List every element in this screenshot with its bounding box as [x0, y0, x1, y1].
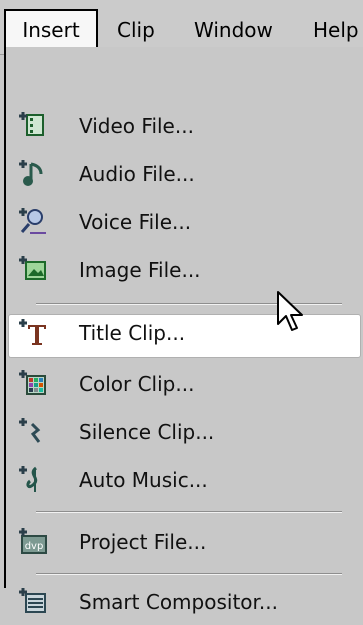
menu-item-label: Audio File... [79, 162, 195, 186]
menu-item-project-file[interactable]: dvp Project File... [6, 519, 363, 565]
menu-item-voice-file[interactable]: Voice File... [6, 199, 363, 245]
menu-item-label: Project File... [79, 530, 207, 554]
menu-help[interactable]: Help [313, 12, 359, 48]
menu-item-image-file[interactable]: Image File... [6, 247, 363, 293]
menu-window[interactable]: Window [194, 12, 273, 48]
silence-clip-add-icon [19, 418, 41, 443]
dvp-icon-text: dvp [25, 541, 44, 552]
menu-separator [36, 511, 342, 513]
mouse-pointer-icon [277, 291, 303, 331]
project-file-add-icon: dvp [19, 528, 47, 554]
menu-item-audio-file[interactable]: Audio File... [6, 151, 363, 197]
menu-item-label: Video File... [79, 114, 194, 138]
auto-music-add-icon [19, 466, 38, 492]
voice-file-add-icon [19, 208, 46, 234]
image-file-add-icon [19, 256, 46, 280]
menu-item-label: Image File... [79, 258, 201, 282]
menu-item-color-clip[interactable]: Color Clip... [6, 361, 363, 407]
menu-item-label: Auto Music... [79, 468, 208, 492]
smart-compositor-add-icon [19, 588, 46, 613]
title-clip-add-icon [19, 319, 46, 345]
menu-item-auto-music[interactable]: Auto Music... [6, 457, 363, 503]
menu-item-label: Color Clip... [79, 372, 195, 396]
menu-item-label: Silence Clip... [79, 420, 215, 444]
menu-clip[interactable]: Clip [117, 12, 155, 48]
video-file-add-icon [19, 112, 44, 136]
menu-item-video-file[interactable]: Video File... [6, 103, 363, 149]
menu-item-label: Title Clip... [79, 321, 186, 345]
menu-item-smart-compositor[interactable]: Smart Compositor... [6, 579, 363, 625]
color-clip-add-icon [19, 370, 46, 395]
menu-item-title-clip[interactable]: Title Clip... [6, 310, 363, 358]
menu-item-label: Voice File... [79, 210, 192, 234]
insert-dropdown-menu: Video File... Audio File... Voice File..… [4, 47, 363, 614]
audio-file-add-icon [19, 160, 43, 186]
menu-item-label: Smart Compositor... [79, 590, 278, 614]
menu-separator [36, 573, 342, 575]
menu-item-silence-clip[interactable]: Silence Clip... [6, 409, 363, 455]
menu-insert[interactable]: Insert [4, 9, 98, 47]
